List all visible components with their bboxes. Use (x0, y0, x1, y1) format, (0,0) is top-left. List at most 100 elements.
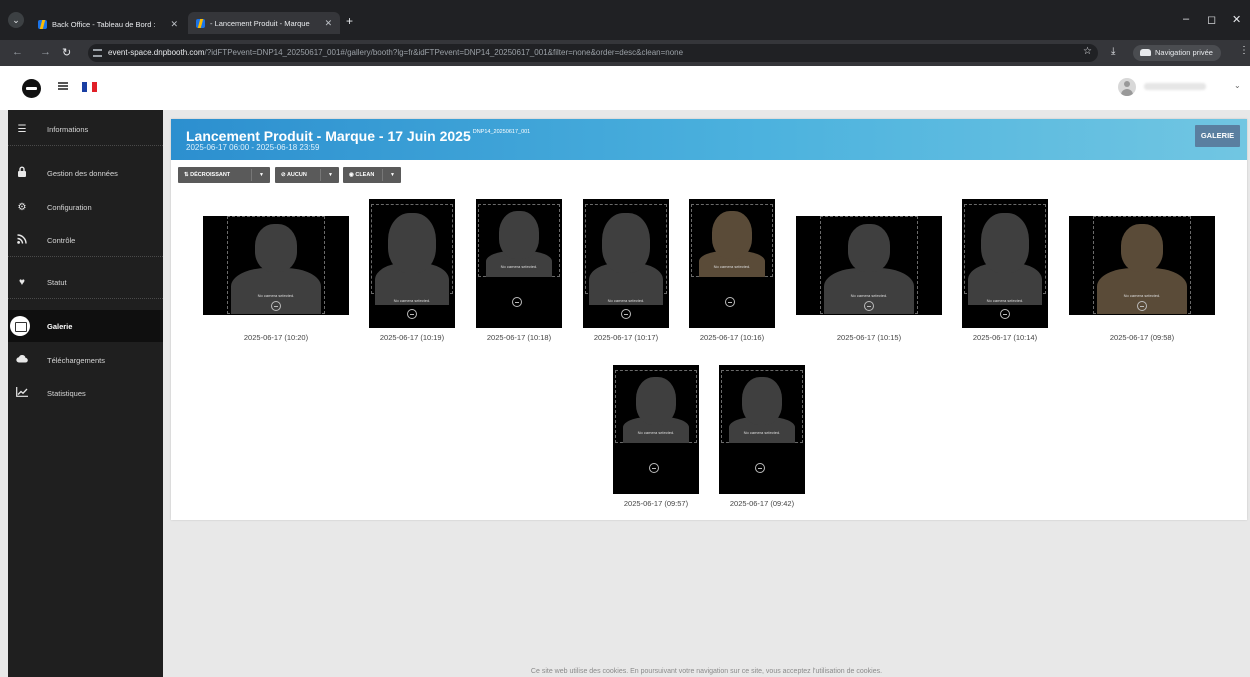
thumbnail-caption: 2025-06-17 (10:14) (972, 333, 1038, 342)
booth-logo-icon (271, 301, 281, 311)
favicon-icon (196, 18, 205, 28)
filter-label: AUCUN (286, 172, 307, 178)
filter-dropdown[interactable]: ⊘ AUCUN ▼ (275, 167, 339, 183)
silhouette-head (388, 213, 436, 273)
gallery-thumbnail[interactable]: No camera selected. (689, 199, 775, 328)
cookie-notice: Ce site web utilise des cookies. En pour… (530, 668, 883, 675)
new-tab-icon[interactable]: + (346, 14, 353, 28)
sidebar-item-label: Configuration (47, 202, 92, 212)
gallery-thumbnail[interactable]: No camera selected. (369, 199, 455, 328)
sidebar-item-informations[interactable]: ☰ Informations (8, 114, 163, 146)
booth-logo-icon (755, 463, 765, 473)
minimize-icon[interactable]: – (1183, 13, 1189, 25)
download-icon[interactable]: ⤓ (1111, 46, 1115, 57)
sidebar-item-statistiques[interactable]: Statistiques (8, 377, 163, 409)
rss-icon (14, 234, 30, 247)
filter-icon: ⊘ (281, 172, 286, 178)
no-camera-message: No camera selected. (257, 293, 295, 298)
sidebar-item-telechargements[interactable]: Téléchargements (8, 344, 163, 376)
no-camera-message: No camera selected. (743, 430, 781, 435)
url-path: /?idFTPevent=DNP14_20250617_001#/gallery… (204, 48, 684, 57)
browser-tab-active[interactable]: - Lancement Produit - Marque ✕ (188, 12, 341, 34)
clean-dropdown[interactable]: ◉ CLEAN ▼ (343, 167, 401, 183)
incognito-label: Navigation privée (1155, 48, 1213, 57)
gallery-thumbnail[interactable]: No camera selected. (613, 365, 699, 494)
gears-icon: ⚙ (17, 201, 27, 213)
booth-logo-icon (512, 297, 522, 307)
silhouette-head (848, 224, 890, 272)
silhouette-head (1121, 224, 1163, 272)
caret-down-icon: ▼ (259, 172, 264, 178)
event-banner: Lancement Produit - Marque - 17 Juin 202… (171, 119, 1247, 160)
browser-menu-icon[interactable]: ⋮ (1239, 45, 1249, 56)
gallery-thumbnail[interactable]: No camera selected. (1069, 216, 1215, 315)
close-tab-icon[interactable]: ✕ (171, 19, 179, 30)
sidebar-item-label: Galerie (47, 321, 73, 331)
app-header: ⌄ (0, 66, 1250, 110)
silhouette-head (602, 213, 650, 273)
booth-logo-icon (1000, 309, 1010, 319)
site-info-icon[interactable] (93, 49, 102, 57)
silhouette-head (712, 211, 752, 259)
tab-search-icon[interactable]: ⌄ (8, 12, 24, 28)
booth-logo-icon (1137, 301, 1147, 311)
sidebar-item-configuration[interactable]: ⚙ Configuration (8, 191, 163, 223)
no-camera-message: No camera selected. (1123, 293, 1161, 298)
tab-title: Back Office - Tableau de Bord : (52, 19, 156, 29)
booth-logo-icon (649, 463, 659, 473)
page-title: Lancement Produit - Marque - 17 Juin 202… (186, 128, 530, 144)
close-window-icon[interactable]: ✕ (1232, 13, 1241, 26)
sidebar-item-label: Informations (47, 125, 89, 134)
silhouette-head (499, 211, 539, 259)
hamburger-menu-icon[interactable] (58, 82, 68, 90)
gallery-thumbnail[interactable]: No camera selected. (796, 216, 942, 315)
heartbeat-icon: ♥ (19, 277, 25, 288)
sidebar-item-statut[interactable]: ♥ Statut (8, 267, 163, 299)
sidebar-item-controle[interactable]: Contrôle (8, 225, 163, 257)
browser-tabbar: ⌄ Back Office - Tableau de Bord : ✕ - La… (0, 0, 1250, 40)
no-camera-message: No camera selected. (637, 430, 675, 435)
browser-tab[interactable]: Back Office - Tableau de Bord : ✕ (38, 14, 178, 34)
avatar[interactable] (1118, 78, 1136, 96)
restore-icon[interactable]: ◻ (1207, 13, 1216, 26)
close-tab-icon[interactable]: ✕ (325, 18, 333, 29)
lock-icon (14, 166, 30, 180)
thumbnail-caption: 2025-06-17 (10:16) (699, 333, 765, 342)
brand-logo-icon[interactable] (22, 79, 41, 98)
silhouette-head (255, 224, 297, 272)
list-icon: ☰ (17, 124, 27, 135)
sidebar-item-gestion-donnees[interactable]: Gestion des données (8, 157, 163, 189)
gallery-thumbnail[interactable]: No camera selected. (476, 199, 562, 328)
forward-icon[interactable]: → (40, 46, 51, 58)
booth-logo-icon (621, 309, 631, 319)
gallery-thumbnail[interactable]: No camera selected. (583, 199, 669, 328)
silhouette-head (981, 213, 1029, 273)
gallery-thumbnail[interactable]: No camera selected. (962, 199, 1048, 328)
reload-icon[interactable]: ↻ (62, 46, 71, 59)
thumbnail-caption: 2025-06-17 (10:20) (243, 333, 309, 342)
sidebar-item-label: Statistiques (47, 388, 86, 398)
bookmark-star-icon[interactable]: ☆ (1083, 46, 1092, 57)
sidebar: ☰ Informations Gestion des données ⚙ Con… (8, 110, 163, 677)
thumbnail-caption: 2025-06-17 (10:15) (836, 333, 902, 342)
incognito-badge[interactable]: Navigation privée (1133, 45, 1221, 61)
gallery-thumbnail[interactable]: No camera selected. (719, 365, 805, 494)
thumbnail-caption: 2025-06-17 (09:58) (1109, 333, 1175, 342)
sidebar-item-galerie[interactable]: Galerie (8, 310, 163, 342)
user-name-blurred[interactable] (1144, 83, 1206, 90)
gallery-thumbnail[interactable]: No camera selected. (203, 216, 349, 315)
tab-title: - Lancement Produit - Marque (210, 18, 310, 28)
sort-icon: ⇅ (184, 172, 189, 178)
silhouette-head (742, 377, 782, 425)
sort-order-dropdown[interactable]: ⇅ DÉCROISSANT ▼ (178, 167, 270, 183)
no-camera-message: No camera selected. (713, 264, 751, 269)
french-flag-icon[interactable] (82, 82, 97, 92)
chevron-down-icon[interactable]: ⌄ (1234, 81, 1241, 90)
no-camera-message: No camera selected. (500, 264, 538, 269)
back-icon[interactable]: ← (12, 46, 23, 58)
thumbnail-caption: 2025-06-17 (09:42) (729, 499, 795, 508)
dropdown-divider (251, 169, 252, 181)
url-bar[interactable]: event-space.dnpbooth.com/?idFTPevent=DNP… (88, 44, 1098, 62)
galerie-button[interactable]: GALERIE (1195, 125, 1240, 147)
event-date-range: 2025-06-17 06:00 - 2025-06-18 23:59 (186, 143, 320, 152)
